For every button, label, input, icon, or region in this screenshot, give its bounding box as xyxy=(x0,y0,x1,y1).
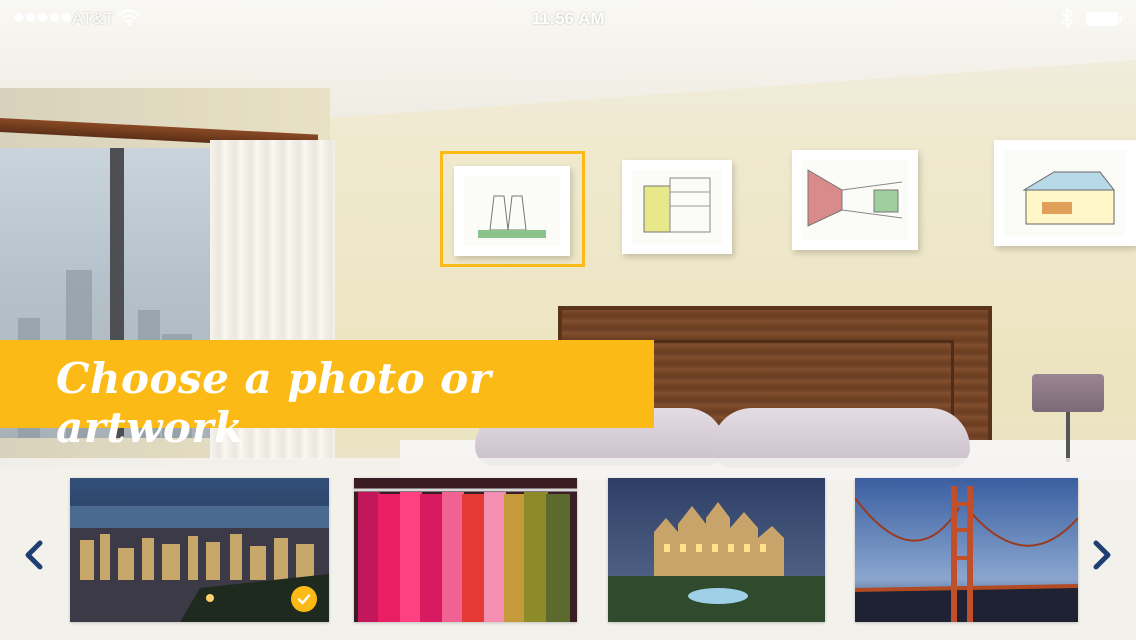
chevron-left-icon xyxy=(25,540,43,570)
selected-frame-highlight xyxy=(440,151,585,267)
carousel-item-clothes[interactable] xyxy=(354,478,577,622)
carousel-next-button[interactable] xyxy=(1090,537,1116,573)
lamp-pole xyxy=(1066,412,1070,462)
carousel-item-nyc-skyline[interactable] xyxy=(70,478,329,622)
carousel-item-golden-gate[interactable] xyxy=(855,478,1078,622)
screen: AT&T 11:56 AM Choose a photo or artwork xyxy=(0,0,1136,640)
carousel-item-castle[interactable] xyxy=(608,478,825,622)
status-time: 11:56 AM xyxy=(531,9,605,28)
wall-frame-3[interactable] xyxy=(792,150,918,250)
bluetooth-icon xyxy=(1060,6,1074,34)
wall-frame-2[interactable] xyxy=(622,160,732,254)
battery-icon xyxy=(1086,12,1122,26)
lamp-shade xyxy=(1032,374,1104,412)
building-sketch xyxy=(632,170,722,244)
chevron-right-icon xyxy=(1093,540,1111,570)
street-perspective-sketch xyxy=(802,160,908,240)
banner-title: Choose a photo or artwork xyxy=(56,354,492,452)
status-bar: AT&T 11:56 AM xyxy=(0,0,1136,38)
wall-frame-4[interactable] xyxy=(994,140,1136,246)
selected-check-badge xyxy=(291,586,317,612)
photo-carousel xyxy=(0,458,1136,640)
carousel-prev-button[interactable] xyxy=(20,537,46,573)
checkmark-icon xyxy=(297,594,311,605)
title-banner: Choose a photo or artwork xyxy=(0,340,654,452)
house-sketch xyxy=(1004,150,1126,236)
